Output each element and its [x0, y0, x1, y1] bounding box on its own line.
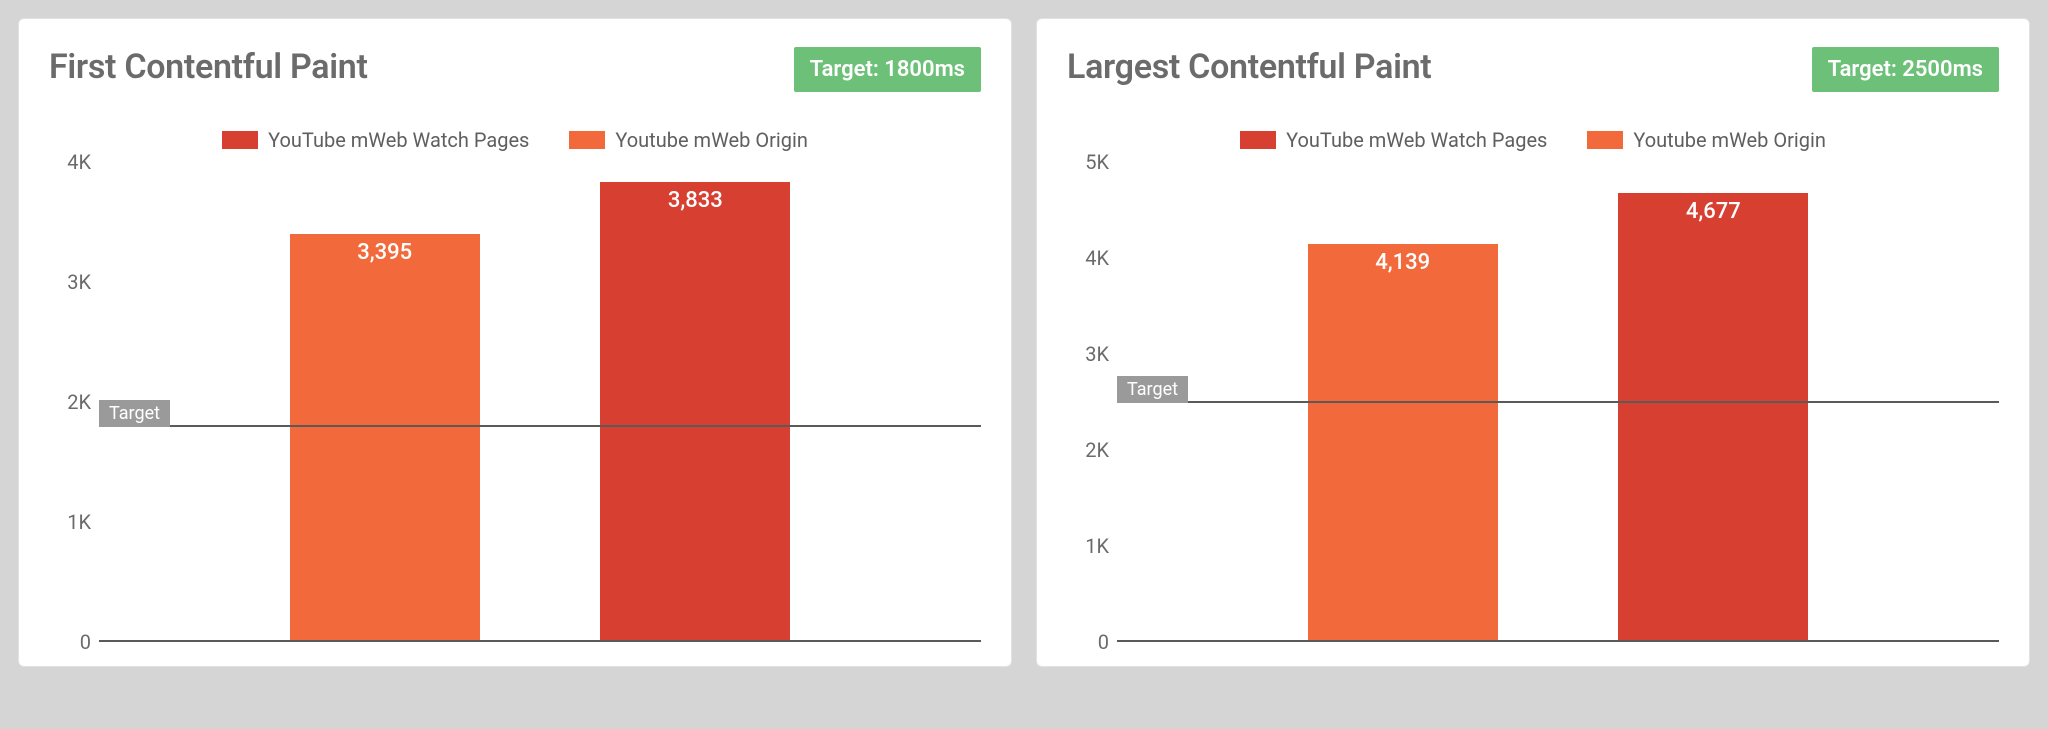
- chart-card-lcp: Largest Contentful Paint Target: 2500ms …: [1036, 18, 2030, 667]
- legend: YouTube mWeb Watch Pages Youtube mWeb Or…: [1067, 128, 1999, 152]
- y-tick-label: 0: [80, 630, 91, 654]
- chart-title: First Contentful Paint: [49, 47, 368, 87]
- y-tick-label: 0: [1098, 630, 1109, 654]
- plot: 4,139 4,677 Target: [1117, 162, 1999, 642]
- y-tick-label: 3K: [1085, 342, 1109, 366]
- legend-item: YouTube mWeb Watch Pages: [1240, 128, 1547, 152]
- bar-value-label: 3,395: [290, 240, 480, 265]
- y-tick-label: 2K: [1085, 438, 1109, 462]
- legend-swatch-icon: [222, 131, 258, 149]
- legend-item: Youtube mWeb Origin: [1587, 128, 1826, 152]
- bar: 3,395: [290, 234, 480, 640]
- y-tick-label: 1K: [67, 510, 91, 534]
- target-line: Target: [99, 425, 981, 427]
- y-tick-label: 4K: [1085, 246, 1109, 270]
- bar: 4,139: [1308, 244, 1498, 640]
- plot-area: 01K2K3K4K5K 4,139 4,677 Target: [1067, 162, 1999, 642]
- target-line-label: Target: [1117, 376, 1188, 403]
- bars: 3,395 3,833: [99, 162, 981, 640]
- legend-label: Youtube mWeb Origin: [1633, 128, 1826, 152]
- y-axis: 01K2K3K4K5K: [1067, 162, 1117, 642]
- y-tick-label: 3K: [67, 270, 91, 294]
- chart-card-fcp: First Contentful Paint Target: 1800ms Yo…: [18, 18, 1012, 667]
- card-header: Largest Contentful Paint Target: 2500ms: [1067, 47, 1999, 92]
- y-tick-label: 2K: [67, 390, 91, 414]
- target-badge: Target: 2500ms: [1812, 47, 1999, 92]
- legend-item: YouTube mWeb Watch Pages: [222, 128, 529, 152]
- bar-value-label: 3,833: [600, 188, 790, 213]
- plot-area: 01K2K3K4K 3,395 3,833 Target: [49, 162, 981, 642]
- legend: YouTube mWeb Watch Pages Youtube mWeb Or…: [49, 128, 981, 152]
- y-tick-label: 4K: [67, 150, 91, 174]
- legend-swatch-icon: [1240, 131, 1276, 149]
- legend-item: Youtube mWeb Origin: [569, 128, 808, 152]
- legend-swatch-icon: [1587, 131, 1623, 149]
- y-tick-label: 1K: [1085, 534, 1109, 558]
- y-tick-label: 5K: [1085, 150, 1109, 174]
- legend-label: YouTube mWeb Watch Pages: [268, 128, 529, 152]
- legend-label: Youtube mWeb Origin: [615, 128, 808, 152]
- bar-value-label: 4,139: [1308, 250, 1498, 275]
- chart-cards: First Contentful Paint Target: 1800ms Yo…: [18, 18, 2030, 667]
- legend-label: YouTube mWeb Watch Pages: [1286, 128, 1547, 152]
- chart-title: Largest Contentful Paint: [1067, 47, 1431, 87]
- target-line-label: Target: [99, 400, 170, 427]
- target-line: Target: [1117, 401, 1999, 403]
- bar: 4,677: [1618, 193, 1808, 640]
- legend-swatch-icon: [569, 131, 605, 149]
- target-badge: Target: 1800ms: [794, 47, 981, 92]
- bar: 3,833: [600, 182, 790, 640]
- plot: 3,395 3,833 Target: [99, 162, 981, 642]
- bar-value-label: 4,677: [1618, 199, 1808, 224]
- card-header: First Contentful Paint Target: 1800ms: [49, 47, 981, 92]
- y-axis: 01K2K3K4K: [49, 162, 99, 642]
